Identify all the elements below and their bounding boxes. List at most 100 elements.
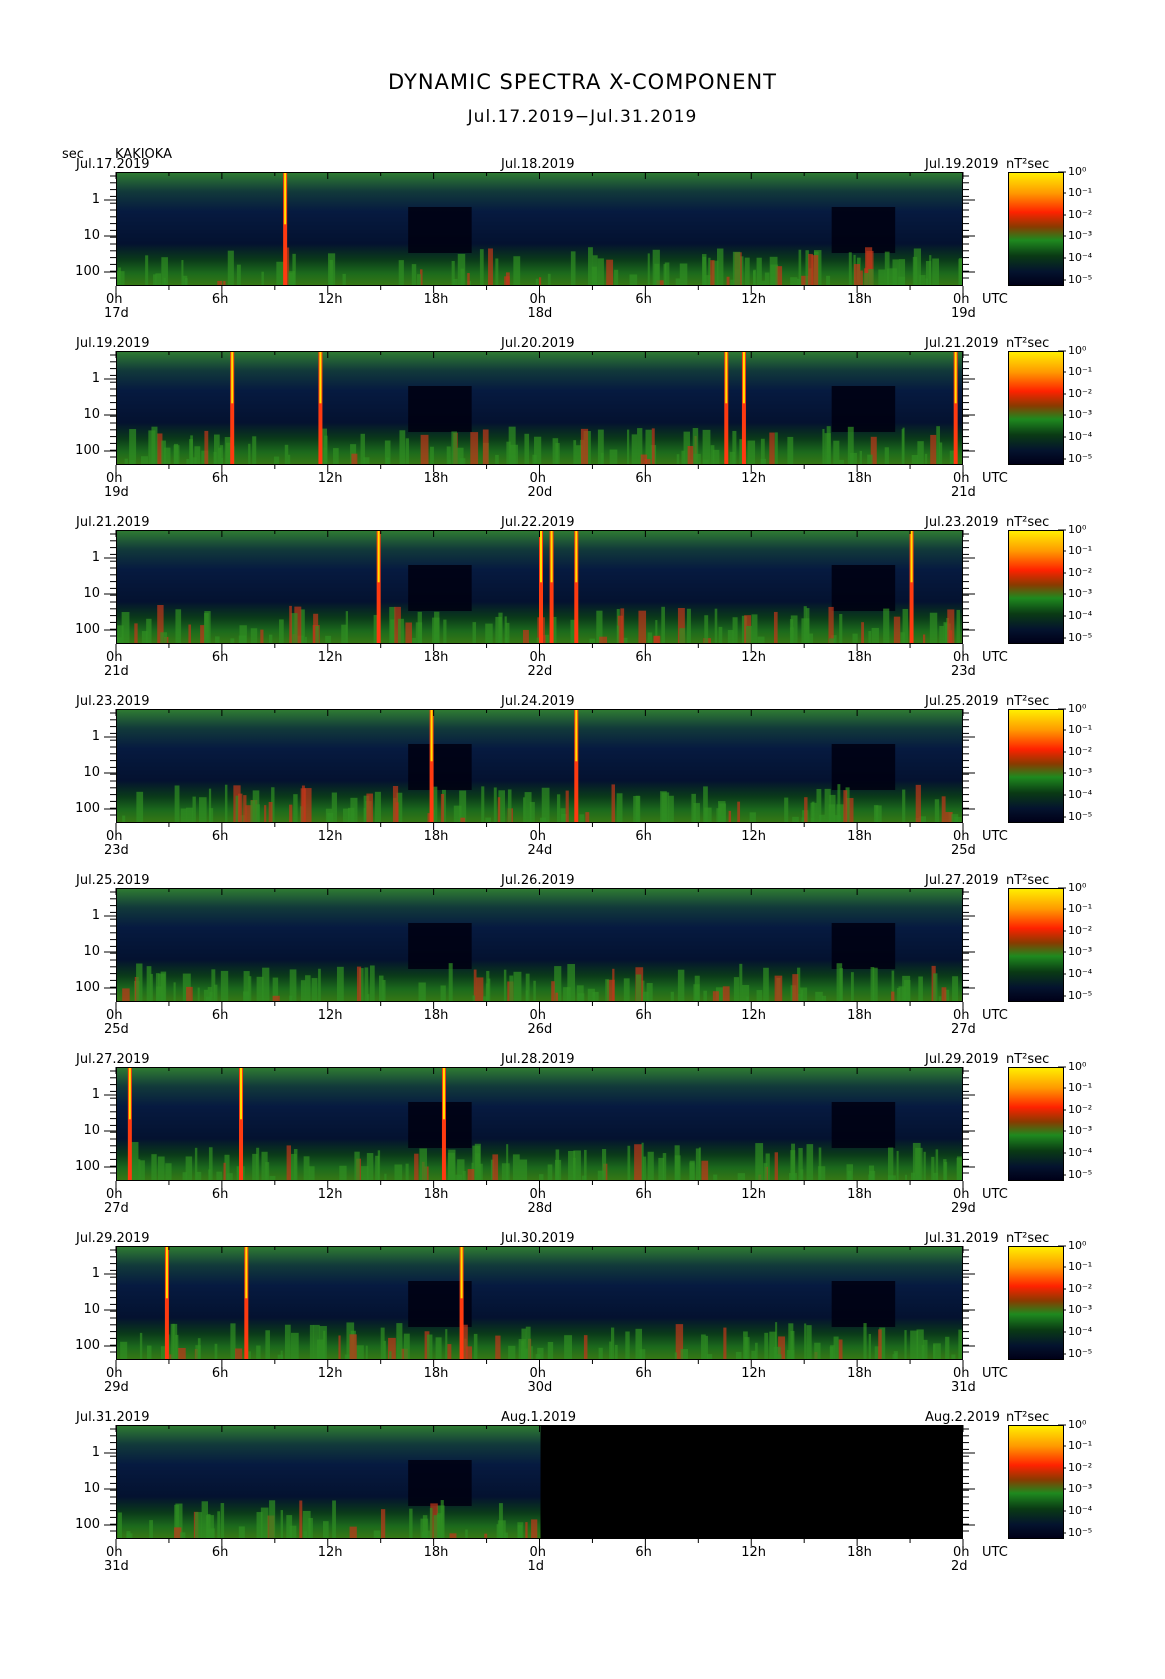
colorbar-tick-label: 10⁻¹: [1068, 186, 1093, 199]
y-tick-label: 1: [91, 192, 100, 207]
colorbar-tick-label: 10⁻³: [1068, 1124, 1093, 1137]
x-tick-label: 6h: [211, 1008, 229, 1023]
y-tick-label: 1: [91, 908, 100, 923]
day-label: 19d: [951, 306, 976, 321]
axis-ticks: [104, 350, 1066, 472]
x-tick-label: 0h: [106, 471, 123, 486]
y-tick-label: 100: [75, 1338, 100, 1353]
x-tick-label: 6h: [211, 650, 229, 665]
y-tick-label: 100: [75, 622, 100, 637]
x-tick-label: 18h: [847, 1008, 872, 1023]
utc-label: UTC: [982, 292, 1008, 307]
colorbar-tick-label: 10⁰: [1068, 1239, 1087, 1252]
x-tick-label: 18h: [423, 650, 449, 665]
y-tick-label: 1: [91, 1087, 100, 1102]
day-label: 22d: [527, 664, 553, 679]
chart-title: DYNAMIC SPECTRA X-COMPONENT: [387, 70, 778, 94]
day-label: 23d: [104, 843, 129, 858]
colorbar-tick-label: 10⁻³: [1068, 229, 1093, 242]
x-tick-label: 18h: [847, 471, 872, 486]
x-tick-label: 6h: [211, 292, 229, 307]
spectrogram-panel: Jul.21.2019 Jul.22.2019 Jul.23.2019 nT²sec 1…: [0, 515, 1165, 695]
colorbar-tick-label: 10⁻⁴: [1068, 788, 1093, 801]
x-tick-label: 6h: [635, 1366, 652, 1381]
x-tick-label: 18h: [423, 829, 449, 844]
x-tick-label: 0h: [953, 1366, 970, 1381]
colorbar: [1008, 351, 1064, 465]
y-tick-label: 10: [83, 407, 100, 422]
colorbar-tick-label: 10⁻²: [1068, 1461, 1093, 1474]
x-tick-label: 18h: [423, 1187, 449, 1202]
x-tick-label: 6h: [635, 292, 652, 307]
colorbar-tick-label: 10⁻¹: [1068, 723, 1093, 736]
spectra-page: DYNAMIC SPECTRA X-COMPONENT Jul.17.2019−…: [0, 0, 1165, 1679]
y-tick-label: 10: [83, 1302, 100, 1317]
colorbar-tick-label: 10⁻⁴: [1068, 430, 1093, 443]
day-label: 18d: [527, 306, 553, 321]
spectrogram-panel: Jul.23.2019 Jul.24.2019 Jul.25.2019 nT²sec 1…: [0, 694, 1165, 874]
colorbar-tick-label: 10⁻²: [1068, 208, 1093, 221]
colorbar-tick-label: 10⁻³: [1068, 1303, 1093, 1316]
colorbar-tick-label: 10⁻⁴: [1068, 609, 1093, 622]
day-label: 19d: [104, 485, 129, 500]
x-tick-label: 0h: [953, 1008, 970, 1023]
x-tick-label: 18h: [847, 292, 872, 307]
colorbar: [1008, 172, 1064, 286]
day-label: 1d: [527, 1559, 545, 1574]
colorbar-tick-label: 10⁻⁵: [1068, 273, 1093, 286]
x-tick-label: 0h: [529, 292, 547, 307]
x-tick-label: 12h: [741, 829, 767, 844]
x-tick-label: 6h: [211, 1187, 229, 1202]
x-tick-label: 0h: [529, 1366, 547, 1381]
colorbar-tick-label: 10⁻³: [1068, 766, 1093, 779]
x-tick-label: 12h: [741, 650, 767, 665]
colorbar-tick-label: 10⁻⁴: [1068, 967, 1093, 980]
colorbar-tick-label: 10⁻¹: [1068, 1260, 1093, 1273]
colorbar-tick-label: 10⁻⁵: [1068, 452, 1093, 465]
day-label: 31d: [104, 1559, 129, 1574]
day-label: 21d: [951, 485, 976, 500]
x-tick-label: 12h: [741, 1366, 767, 1381]
x-tick-label: 18h: [423, 1545, 449, 1560]
x-tick-label: 18h: [423, 471, 449, 486]
utc-label: UTC: [982, 650, 1008, 665]
day-label: 2d: [951, 1559, 968, 1574]
colorbar-tick-label: 10⁻⁴: [1068, 1325, 1093, 1338]
axis-ticks: [104, 887, 1066, 1009]
x-tick-label: 6h: [211, 829, 229, 844]
x-tick-label: 0h: [953, 471, 970, 486]
colorbar-tick-label: 10⁰: [1068, 1060, 1087, 1073]
y-tick-label: 10: [83, 1481, 100, 1496]
x-tick-label: 12h: [317, 471, 343, 486]
x-tick-label: 6h: [635, 1008, 652, 1023]
x-tick-label: 0h: [529, 650, 547, 665]
colorbar-tick-label: 10⁰: [1068, 702, 1087, 715]
utc-label: UTC: [982, 1545, 1008, 1560]
x-tick-label: 0h: [529, 1008, 547, 1023]
x-tick-label: 6h: [211, 471, 229, 486]
y-tick-label: 100: [75, 1517, 100, 1532]
colorbar-tick-label: 10⁻²: [1068, 1103, 1093, 1116]
colorbar-tick-label: 10⁻⁵: [1068, 631, 1093, 644]
x-tick-label: 18h: [423, 1366, 449, 1381]
x-tick-label: 12h: [741, 292, 767, 307]
colorbar-tick-label: 10⁻²: [1068, 924, 1093, 937]
colorbar-tick-label: 10⁻⁵: [1068, 1347, 1093, 1360]
y-tick-label: 100: [75, 980, 100, 995]
x-tick-label: 0h: [106, 650, 123, 665]
x-tick-label: 12h: [741, 1545, 767, 1560]
colorbar-tick-label: 10⁻¹: [1068, 365, 1093, 378]
day-label: 30d: [527, 1380, 553, 1395]
day-label: 27d: [104, 1201, 129, 1216]
x-tick-label: 0h: [953, 650, 970, 665]
x-tick-label: 12h: [741, 471, 767, 486]
colorbar-tick-label: 10⁻²: [1068, 566, 1093, 579]
colorbar: [1008, 1067, 1064, 1181]
axis-ticks: [104, 708, 1066, 830]
colorbar-tick-label: 10⁰: [1068, 344, 1087, 357]
day-label: 28d: [527, 1201, 553, 1216]
axis-ticks: [104, 171, 1066, 293]
x-tick-label: 12h: [317, 1545, 343, 1560]
colorbar-tick-label: 10⁻¹: [1068, 1081, 1093, 1094]
x-tick-label: 0h: [529, 829, 547, 844]
